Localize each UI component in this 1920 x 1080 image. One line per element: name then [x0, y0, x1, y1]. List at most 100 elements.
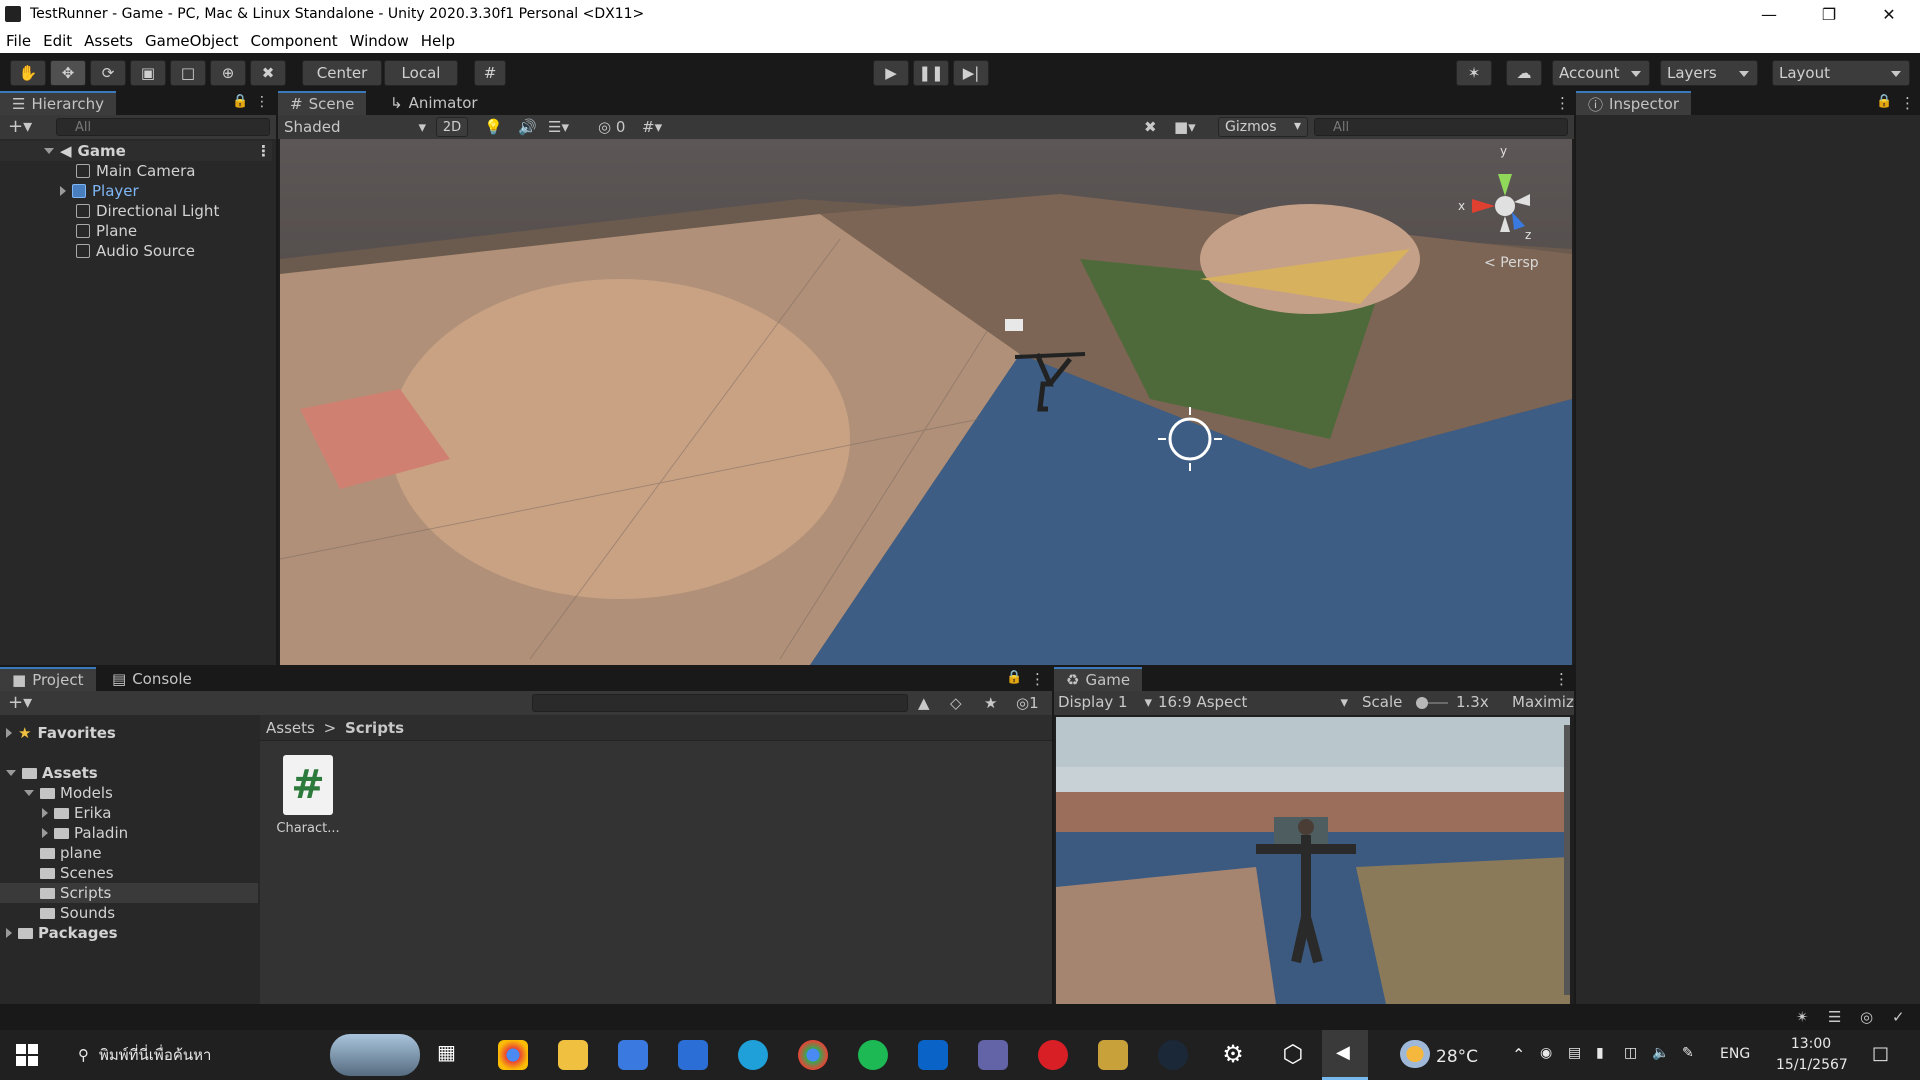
- kebab-menu-icon[interactable]: ⋮: [1030, 670, 1045, 688]
- gizmos-dropdown[interactable]: Gizmos ▾: [1218, 117, 1308, 137]
- tree-item-erika[interactable]: Erika: [0, 803, 272, 823]
- expand-icon[interactable]: [24, 790, 34, 796]
- expand-icon[interactable]: [42, 808, 48, 818]
- favorites-row[interactable]: ★ Favorites: [0, 723, 272, 743]
- scene-viewport[interactable]: y x z < Persp: [280, 139, 1572, 665]
- meet-now-icon[interactable]: ◉: [1540, 1045, 1552, 1061]
- assets-row[interactable]: Assets: [0, 763, 272, 783]
- kebab-menu-icon[interactable]: ⋮: [1900, 94, 1915, 112]
- add-icon[interactable]: +▾: [8, 692, 32, 713]
- kebab-menu-icon[interactable]: ⋮: [255, 94, 269, 110]
- notifications-icon[interactable]: □: [1872, 1043, 1889, 1064]
- unity-editor-taskbar-item[interactable]: ◀: [1322, 1030, 1368, 1080]
- favorite-star-icon[interactable]: ★: [984, 694, 997, 712]
- settings-gear-icon[interactable]: ⚙: [1218, 1040, 1248, 1070]
- outlook-icon[interactable]: [918, 1040, 948, 1070]
- edge-icon[interactable]: [738, 1040, 768, 1070]
- hierarchy-item-audio-source[interactable]: Audio Source: [0, 241, 272, 261]
- display-dropdown[interactable]: Display 1 ▾: [1058, 693, 1154, 711]
- account-dropdown[interactable]: Account: [1552, 60, 1650, 86]
- shading-mode-dropdown[interactable]: Shaded ▾: [284, 117, 430, 137]
- pause-button[interactable]: ❚❚: [913, 60, 949, 86]
- bug-icon[interactable]: ✴: [1796, 1008, 1809, 1026]
- close-button[interactable]: ✕: [1866, 0, 1912, 29]
- scene-menu-icon[interactable]: ⋮: [256, 141, 271, 161]
- cloud-icon[interactable]: ☁: [1506, 60, 1542, 86]
- menu-file[interactable]: File: [6, 32, 31, 50]
- chrome-icon[interactable]: [498, 1040, 528, 1070]
- tab-console[interactable]: ▤ Console: [100, 667, 204, 691]
- clock[interactable]: 13:00 15/1/2567: [1776, 1034, 1848, 1076]
- effects-dropdown-icon[interactable]: ☰▾: [548, 118, 569, 136]
- scene-root-row[interactable]: ◀ Game ⋮: [0, 141, 272, 161]
- lighting-status-icon[interactable]: ◎: [1860, 1008, 1873, 1026]
- hidden-objects-toggle[interactable]: ◎ 0: [598, 118, 625, 136]
- camera-dropdown-icon[interactable]: ■▾: [1174, 118, 1196, 136]
- tab-scene[interactable]: # Scene: [278, 91, 367, 115]
- breadcrumb-assets[interactable]: Assets: [266, 719, 315, 737]
- scene-search-input[interactable]: All: [1314, 118, 1568, 136]
- menu-gameobject[interactable]: GameObject: [145, 32, 239, 50]
- expand-icon[interactable]: [6, 728, 12, 738]
- menu-window[interactable]: Window: [350, 32, 409, 50]
- expand-icon[interactable]: [60, 186, 66, 196]
- menu-component[interactable]: Component: [251, 32, 338, 50]
- orientation-gizmo[interactable]: y x z: [1450, 144, 1560, 254]
- tab-game[interactable]: ♻ Game: [1054, 667, 1143, 691]
- pen-icon[interactable]: ✎: [1682, 1045, 1694, 1061]
- check-status-icon[interactable]: ✓: [1892, 1008, 1905, 1026]
- custom-tool-icon[interactable]: ✖: [250, 60, 286, 86]
- show-hidden-icons-icon[interactable]: ⌃: [1512, 1045, 1525, 1064]
- hierarchy-item-directional-light[interactable]: Directional Light: [0, 201, 272, 221]
- collab-icon[interactable]: ✶: [1456, 60, 1492, 86]
- minimize-button[interactable]: —: [1746, 0, 1792, 29]
- menu-help[interactable]: Help: [421, 32, 455, 50]
- game-scrollbar[interactable]: [1564, 725, 1570, 995]
- hidden-packages-toggle[interactable]: ◎1: [1016, 694, 1039, 712]
- hand-tool-icon[interactable]: ✋: [10, 60, 46, 86]
- language-indicator[interactable]: ENG: [1720, 1046, 1750, 1062]
- project-search-input[interactable]: [532, 694, 908, 712]
- battery-icon[interactable]: ▮: [1596, 1045, 1604, 1061]
- lock-icon[interactable]: 🔒: [1876, 94, 1892, 109]
- expand-icon[interactable]: [6, 770, 16, 776]
- unity-hub-icon[interactable]: ⬡: [1278, 1040, 1308, 1070]
- grid-dropdown-icon[interactable]: #▾: [642, 118, 662, 136]
- maximize-on-play-toggle[interactable]: Maximiz: [1512, 693, 1574, 711]
- weather-temperature[interactable]: 28°C: [1436, 1047, 1478, 1067]
- tools-icon[interactable]: ✖: [1144, 118, 1157, 136]
- chrome-profile-icon[interactable]: [798, 1040, 828, 1070]
- tree-item-scenes[interactable]: Scenes: [0, 863, 272, 883]
- tree-item-models[interactable]: Models: [0, 783, 272, 803]
- kebab-menu-icon[interactable]: ⋮: [1554, 670, 1569, 688]
- spotify-icon[interactable]: [858, 1040, 888, 1070]
- script-asset[interactable]: # Charact...: [272, 755, 344, 845]
- pivot-local-button[interactable]: Local: [384, 60, 458, 86]
- menu-edit[interactable]: Edit: [43, 32, 72, 50]
- volume-icon[interactable]: 🔈: [1652, 1045, 1669, 1061]
- scale-tool-icon[interactable]: ▣: [130, 60, 166, 86]
- tab-animator[interactable]: ↳ Animator: [378, 91, 490, 115]
- tab-hierarchy[interactable]: ☰ Hierarchy: [0, 91, 116, 115]
- pivot-center-button[interactable]: Center: [302, 60, 382, 86]
- microsoft-store-icon[interactable]: [618, 1040, 648, 1070]
- move-tool-icon[interactable]: ✥: [50, 60, 86, 86]
- expand-icon[interactable]: [42, 828, 48, 838]
- filter-type-icon[interactable]: ▲: [918, 694, 930, 712]
- layers-status-icon[interactable]: ☰: [1828, 1008, 1841, 1026]
- grid-snap-icon[interactable]: #: [474, 60, 506, 86]
- teams-icon[interactable]: [978, 1040, 1008, 1070]
- tab-project[interactable]: ■ Project: [0, 667, 96, 691]
- weather-icon[interactable]: [1400, 1040, 1430, 1068]
- step-button[interactable]: ▶|: [953, 60, 989, 86]
- expand-icon[interactable]: [6, 928, 12, 938]
- display-icon[interactable]: ▤: [1568, 1045, 1581, 1061]
- transform-tool-icon[interactable]: ⊕: [210, 60, 246, 86]
- tree-item-scripts[interactable]: Scripts: [0, 883, 258, 903]
- hierarchy-search-input[interactable]: All: [56, 118, 270, 136]
- projection-label[interactable]: < Persp: [1484, 255, 1539, 271]
- mail-icon[interactable]: [678, 1040, 708, 1070]
- windows-start-icon[interactable]: [16, 1044, 38, 1066]
- restore-button[interactable]: ❐: [1806, 0, 1852, 29]
- tree-item-sounds[interactable]: Sounds: [0, 903, 272, 923]
